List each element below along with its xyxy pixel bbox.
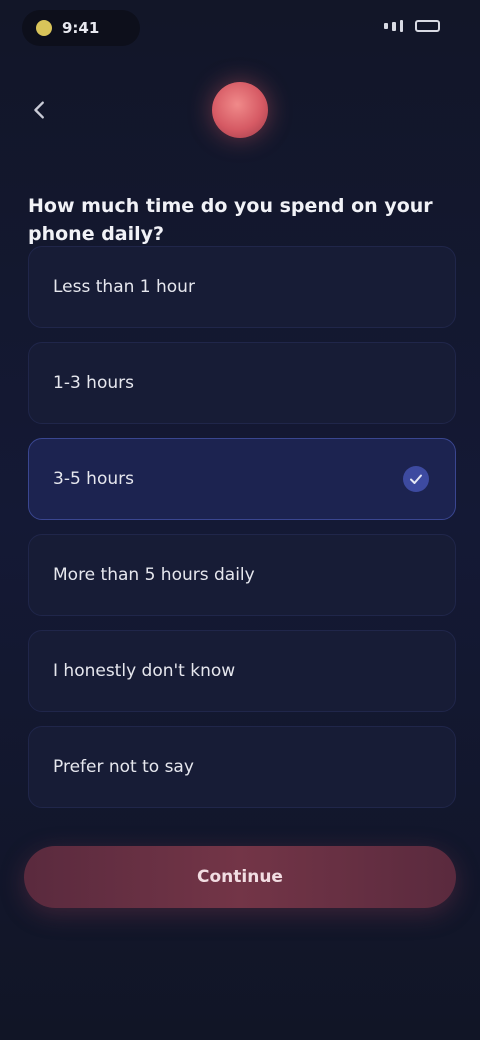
question-title: How much time do you spend on your phone… — [28, 195, 433, 245]
option-item[interactable]: Prefer not to say — [28, 726, 456, 808]
status-indicators — [384, 18, 440, 34]
option-label: I honestly don't know — [53, 661, 236, 681]
signal-icon — [384, 23, 388, 29]
option-label: 3-5 hours — [53, 469, 134, 489]
status-bar: 9:41 — [0, 0, 480, 56]
option-label: Less than 1 hour — [53, 277, 195, 297]
battery-icon — [415, 20, 440, 32]
back-button[interactable] — [24, 94, 56, 126]
option-item-selected[interactable]: 3-5 hours — [28, 438, 456, 520]
option-label: Prefer not to say — [53, 757, 194, 777]
brand-logo-icon — [212, 82, 268, 138]
options-list: Less than 1 hour 1-3 hours 3-5 hours Mor… — [28, 246, 456, 822]
signal-icon — [391, 21, 396, 31]
continue-button[interactable]: Continue — [24, 846, 456, 908]
option-label: More than 5 hours daily — [53, 565, 255, 585]
option-item[interactable]: Less than 1 hour — [28, 246, 456, 328]
checkmark-glyph — [410, 474, 422, 484]
check-icon — [403, 466, 429, 492]
onboarding-screen: 9:41 How much time do you spend on your … — [0, 0, 480, 1040]
status-pill: 9:41 — [22, 10, 140, 46]
option-item[interactable]: 1-3 hours — [28, 342, 456, 424]
status-time: 9:41 — [62, 19, 100, 37]
option-item[interactable]: I honestly don't know — [28, 630, 456, 712]
option-item[interactable]: More than 5 hours daily — [28, 534, 456, 616]
chevron-left-icon — [34, 101, 44, 119]
option-label: 1-3 hours — [53, 373, 134, 393]
signal-icon — [399, 20, 404, 32]
status-dot-icon — [36, 20, 52, 36]
